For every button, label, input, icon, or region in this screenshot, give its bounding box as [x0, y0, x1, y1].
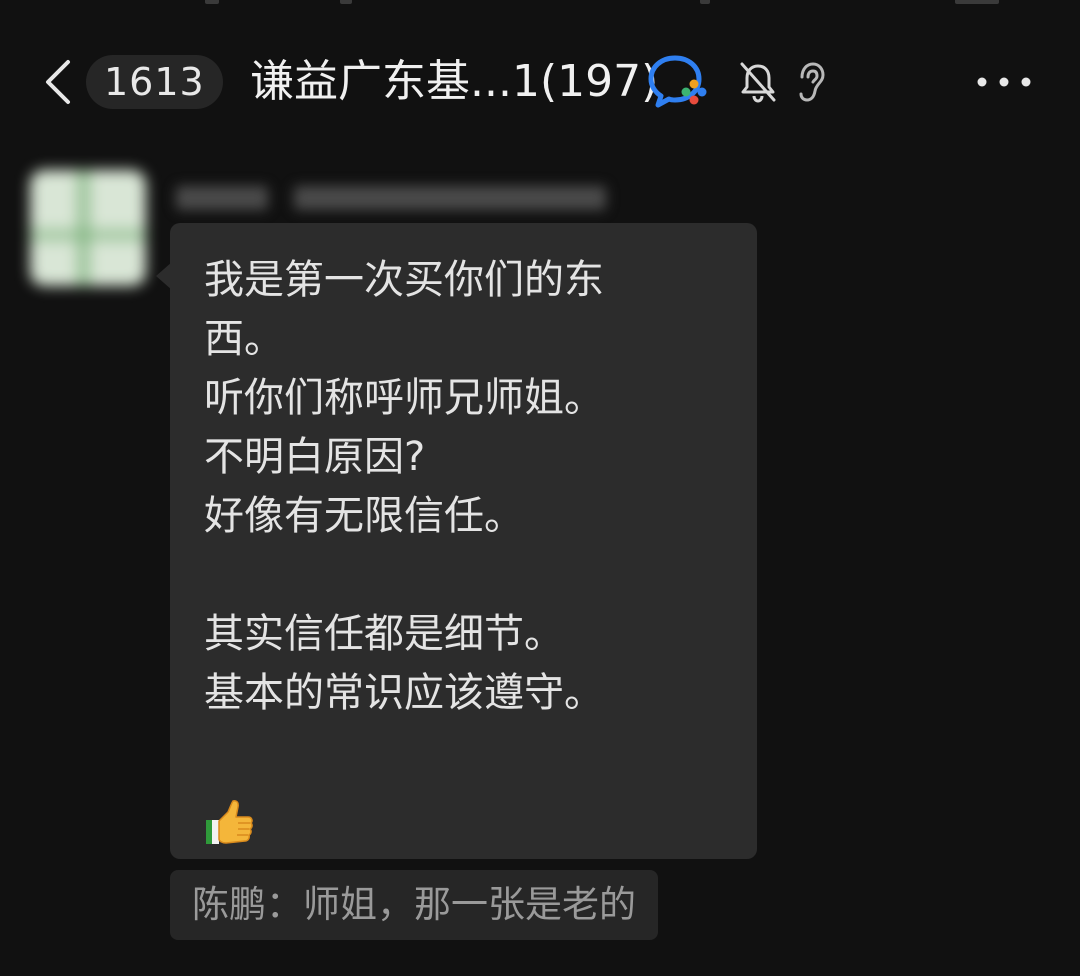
message-line: 听你们称呼师兄师姐。	[204, 375, 604, 421]
more-options-button[interactable]	[968, 58, 1040, 106]
back-button[interactable]	[38, 58, 78, 106]
thumbs-up-icon	[206, 800, 253, 844]
chat-title[interactable]: 谦益广东基...1(197)	[250, 52, 658, 112]
sender-name-blurred	[176, 178, 616, 218]
message-line: 好像有无限信任。	[204, 493, 524, 539]
status-bar-remnant	[0, 0, 1080, 8]
message-line: 西。	[204, 316, 284, 362]
message-line: 基本的常识应该遵守。	[204, 670, 604, 716]
message-line: 我是第一次买你们的东	[204, 257, 604, 303]
message-bubble[interactable]: 我是第一次买你们的东 西。 听你们称呼师兄师姐。 不明白原因? 好像有无限信任。…	[170, 223, 757, 859]
message-line: 不明白原因?	[204, 434, 426, 480]
unread-count-badge[interactable]: 1613	[86, 55, 223, 109]
more-dots-icon	[977, 77, 1031, 87]
quoted-reply[interactable]: 陈鹏：师姐，那一张是老的	[170, 870, 658, 940]
wecom-group-icon[interactable]	[648, 54, 710, 110]
bell-off-icon	[738, 60, 778, 104]
chat-header: 1613 谦益广东基...1(197)	[0, 40, 1080, 124]
ear-icon	[794, 60, 828, 104]
message-line: 其实信任都是细节。	[204, 611, 564, 657]
chevron-left-icon	[46, 60, 70, 104]
sender-avatar[interactable]	[30, 170, 146, 286]
